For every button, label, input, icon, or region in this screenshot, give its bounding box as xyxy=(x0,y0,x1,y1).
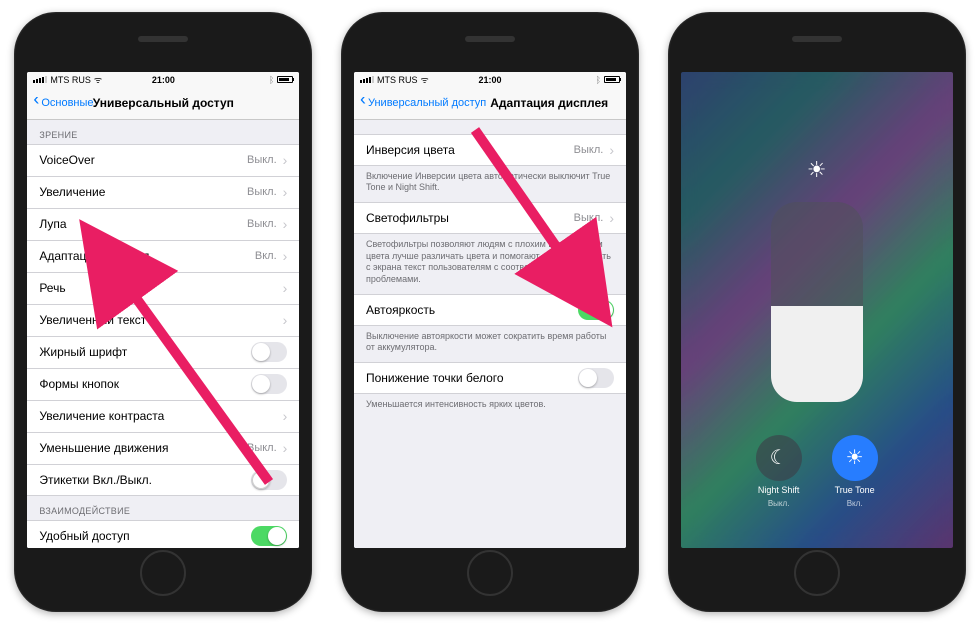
night-shift-label: Night Shift xyxy=(758,485,800,495)
row-zoom[interactable]: УвеличениеВыкл.› xyxy=(27,176,299,208)
row-magnifier[interactable]: ЛупаВыкл.› xyxy=(27,208,299,240)
signal-icon xyxy=(360,76,374,83)
sun-icon: ☀ xyxy=(807,157,827,183)
settings-list[interactable]: Инверсия цветаВыкл.› Включение Инверсии … xyxy=(354,120,626,548)
brightness-fill xyxy=(771,306,863,402)
footer-note: Светофильтры позволяют людям с плохим во… xyxy=(354,234,626,294)
true-tone-status: Вкл. xyxy=(847,499,863,508)
settings-list[interactable]: ЗРЕНИЕ VoiceOverВыкл.› УвеличениеВыкл.› … xyxy=(27,120,299,548)
phone-control-center: ☀ ☾ Night Shift Выкл. ☀ True Tone Вкл. xyxy=(668,12,966,612)
time-label: 21:00 xyxy=(478,75,501,85)
carrier-label: MTS RUS xyxy=(50,75,91,85)
footer-note: Уменьшается интенсивность ярких цветов. xyxy=(354,394,626,419)
row-reduce-motion[interactable]: Уменьшение движенияВыкл.› xyxy=(27,432,299,464)
row-invert-colors[interactable]: Инверсия цветаВыкл.› xyxy=(354,134,626,166)
chevron-right-icon: › xyxy=(283,408,288,424)
back-label: Универсальный доступ xyxy=(368,97,486,109)
chevron-right-icon: › xyxy=(283,152,288,168)
night-shift-icon: ☾ xyxy=(770,445,788,470)
chevron-right-icon: › xyxy=(283,312,288,328)
wifi-icon: ᯤ xyxy=(94,73,102,86)
row-auto-brightness[interactable]: Автояркость xyxy=(354,294,626,326)
chevron-right-icon: › xyxy=(609,142,614,158)
status-bar: MTS RUS ᯤ 21:00 ᛒ xyxy=(27,72,299,88)
phone-display-accommodations: MTS RUS ᯤ 21:00 ᛒ Универсальный доступ А… xyxy=(341,12,639,612)
true-tone-button[interactable]: ☀ True Tone Вкл. xyxy=(832,435,878,508)
row-speech[interactable]: Речь› xyxy=(27,272,299,304)
nav-bar: Универсальный доступ Адаптация дисплея xyxy=(354,88,626,120)
carrier-label: MTS RUS xyxy=(377,75,418,85)
phone-accessibility: MTS RUS ᯤ 21:00 ᛒ Основные Универсальный… xyxy=(14,12,312,612)
footer-note: Выключение автояркости может сократить в… xyxy=(354,326,626,362)
toggle-button-shapes[interactable] xyxy=(251,374,287,394)
control-center[interactable]: ☀ ☾ Night Shift Выкл. ☀ True Tone Вкл. xyxy=(681,72,953,548)
row-bold-text[interactable]: Жирный шрифт xyxy=(27,336,299,368)
nav-bar: Основные Универсальный доступ xyxy=(27,88,299,120)
chevron-right-icon: › xyxy=(609,210,614,226)
back-button[interactable]: Универсальный доступ xyxy=(360,97,486,109)
row-reachability[interactable]: Удобный доступ xyxy=(27,520,299,548)
toggle-reachability[interactable] xyxy=(251,526,287,546)
row-button-shapes[interactable]: Формы кнопок xyxy=(27,368,299,400)
chevron-right-icon: › xyxy=(283,184,288,200)
section-header-vision: ЗРЕНИЕ xyxy=(27,120,299,144)
toggle-reduce-white-point[interactable] xyxy=(578,368,614,388)
time-label: 21:00 xyxy=(152,75,175,85)
toggle-auto-brightness[interactable] xyxy=(578,300,614,320)
row-voiceover[interactable]: VoiceOverВыкл.› xyxy=(27,144,299,176)
screen: ☀ ☾ Night Shift Выкл. ☀ True Tone Вкл. xyxy=(681,72,953,548)
brightness-slider[interactable] xyxy=(771,202,863,402)
signal-icon xyxy=(33,76,47,83)
back-label: Основные xyxy=(41,97,93,109)
row-increase-contrast[interactable]: Увеличение контраста› xyxy=(27,400,299,432)
page-title: Адаптация дисплея xyxy=(490,96,608,110)
row-color-filters[interactable]: СветофильтрыВыкл.› xyxy=(354,202,626,234)
row-onoff-labels[interactable]: Этикетки Вкл./Выкл. xyxy=(27,464,299,496)
screen: MTS RUS ᯤ 21:00 ᛒ Основные Универсальный… xyxy=(27,72,299,548)
footer-note: Включение Инверсии цвета автоматически в… xyxy=(354,166,626,202)
screen: MTS RUS ᯤ 21:00 ᛒ Универсальный доступ А… xyxy=(354,72,626,548)
chevron-right-icon: › xyxy=(283,216,288,232)
section-header-interaction: ВЗАИМОДЕЙСТВИЕ xyxy=(27,496,299,520)
status-bar: MTS RUS ᯤ 21:00 ᛒ xyxy=(354,72,626,88)
battery-icon xyxy=(277,76,293,83)
night-shift-button[interactable]: ☾ Night Shift Выкл. xyxy=(756,435,802,508)
true-tone-icon: ☀ xyxy=(846,445,864,470)
true-tone-label: True Tone xyxy=(835,485,875,495)
battery-icon xyxy=(604,76,620,83)
row-larger-text[interactable]: Увеличенный текст› xyxy=(27,304,299,336)
night-shift-status: Выкл. xyxy=(768,499,790,508)
chevron-right-icon: › xyxy=(283,440,288,456)
chevron-right-icon: › xyxy=(283,248,288,264)
toggle-bold-text[interactable] xyxy=(251,342,287,362)
bluetooth-icon: ᛒ xyxy=(269,75,274,85)
toggle-onoff-labels[interactable] xyxy=(251,470,287,490)
back-button[interactable]: Основные xyxy=(33,97,93,109)
row-reduce-white-point[interactable]: Понижение точки белого xyxy=(354,362,626,394)
chevron-left-icon xyxy=(360,97,366,109)
page-title: Универсальный доступ xyxy=(93,96,234,110)
chevron-right-icon: › xyxy=(283,280,288,296)
row-display-accommodations[interactable]: Адаптация дисплеяВкл.› xyxy=(27,240,299,272)
wifi-icon: ᯤ xyxy=(420,73,428,86)
chevron-left-icon xyxy=(33,97,39,109)
bluetooth-icon: ᛒ xyxy=(596,75,601,85)
